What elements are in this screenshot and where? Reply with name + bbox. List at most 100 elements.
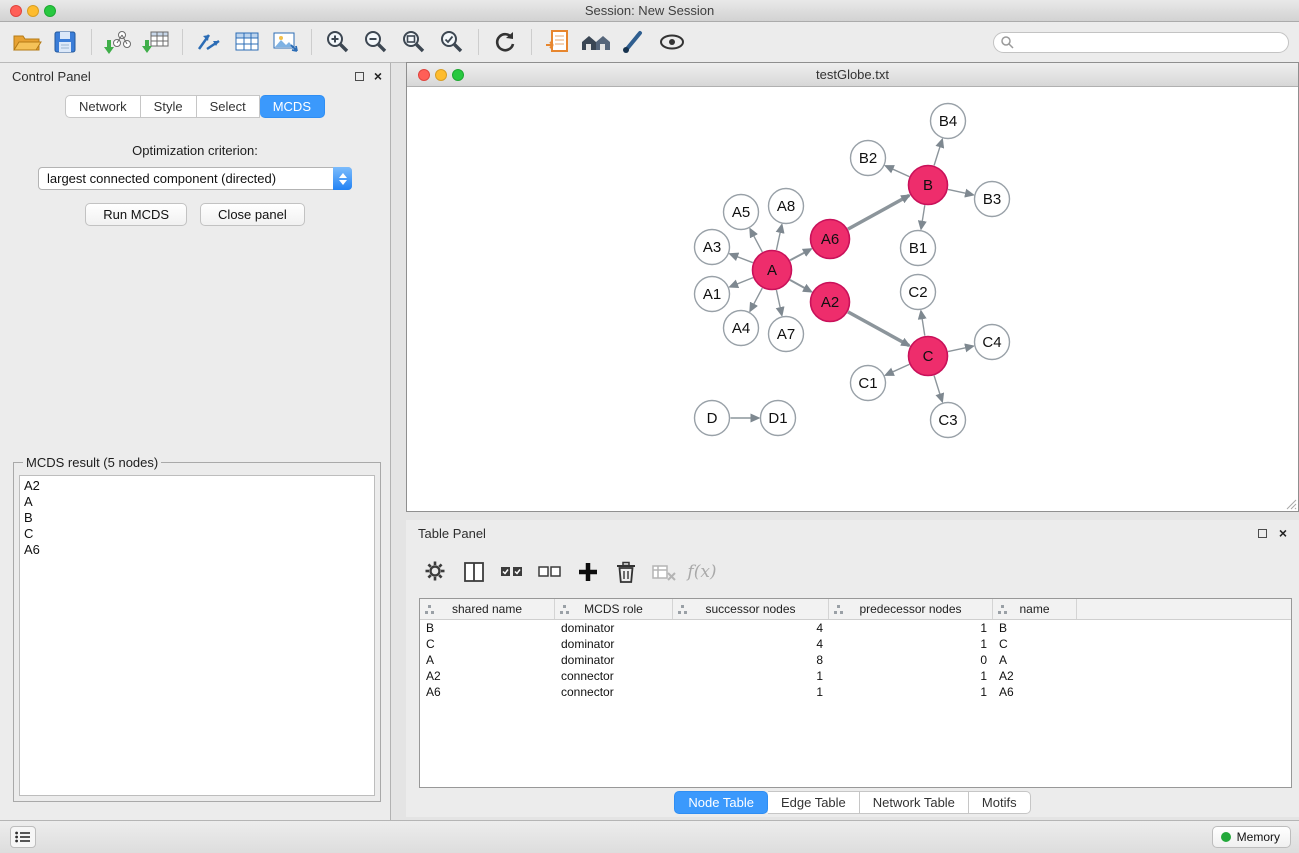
edge-C-C3[interactable] [934, 376, 942, 402]
minimize-view-icon[interactable] [435, 69, 447, 81]
node-A7[interactable]: A7 [769, 317, 804, 352]
float-panel-icon[interactable] [355, 72, 364, 81]
import-network-from-file-button[interactable] [99, 26, 137, 58]
edge-A-A7[interactable] [776, 290, 781, 315]
node-C4[interactable]: C4 [975, 325, 1010, 360]
style-brush-button[interactable] [615, 26, 653, 58]
table-row[interactable]: A6connector11A6 [420, 684, 1291, 700]
tab-edge-table[interactable]: Edge Table [768, 791, 860, 814]
column-header-MCDS-role[interactable]: MCDS role [555, 599, 673, 619]
result-item[interactable]: A [24, 494, 370, 510]
delete-table-button[interactable] [647, 555, 681, 589]
zoom-out-button[interactable] [357, 26, 395, 58]
tab-select[interactable]: Select [197, 95, 260, 118]
run-mcds-button[interactable]: Run MCDS [85, 203, 187, 226]
edge-C-C4[interactable] [948, 346, 973, 351]
node-A[interactable]: A [753, 251, 792, 290]
edge-A-A3[interactable] [730, 254, 753, 263]
column-header-shared-name[interactable]: shared name [420, 599, 555, 619]
zoom-selected-button[interactable] [433, 26, 471, 58]
table-settings-button[interactable] [419, 555, 453, 589]
close-panel-icon[interactable]: × [374, 67, 382, 85]
node-C2[interactable]: C2 [901, 275, 936, 310]
result-item[interactable]: C [24, 526, 370, 542]
edge-A-A1[interactable] [730, 278, 753, 287]
result-item[interactable]: B [24, 510, 370, 526]
edge-A2-C[interactable] [848, 312, 909, 346]
select-all-rows-button[interactable] [495, 555, 529, 589]
close-table-panel-icon[interactable]: × [1279, 524, 1287, 542]
node-A3[interactable]: A3 [695, 230, 730, 265]
node-B[interactable]: B [909, 166, 948, 205]
network-canvas[interactable]: B4B2BB3A5A8A6A3B1AC2A1A2A4A7C4CC1DD1C3 [407, 88, 1298, 512]
node-D1[interactable]: D1 [761, 401, 796, 436]
close-window-icon[interactable] [10, 5, 22, 17]
open-document-button[interactable] [539, 26, 577, 58]
close-view-icon[interactable] [418, 69, 430, 81]
node-A5[interactable]: A5 [724, 195, 759, 230]
search-input[interactable] [993, 32, 1289, 53]
tab-network-table[interactable]: Network Table [860, 791, 969, 814]
zoom-in-button[interactable] [319, 26, 357, 58]
zoom-window-icon[interactable] [44, 5, 56, 17]
table-row[interactable]: Adominator80A [420, 652, 1291, 668]
edge-B-B1[interactable] [921, 205, 925, 229]
edge-A-A8[interactable] [776, 225, 781, 250]
tab-mcds[interactable]: MCDS [260, 95, 325, 118]
edge-B-B4[interactable] [934, 140, 942, 166]
minimize-window-icon[interactable] [27, 5, 39, 17]
show-columns-button[interactable] [457, 555, 491, 589]
deselect-all-rows-button[interactable] [533, 555, 567, 589]
delete-column-button[interactable] [609, 555, 643, 589]
column-header-name[interactable]: name [993, 599, 1077, 619]
node-C1[interactable]: C1 [851, 366, 886, 401]
tab-motifs[interactable]: Motifs [969, 791, 1031, 814]
tab-style[interactable]: Style [141, 95, 197, 118]
edge-A-A2[interactable] [790, 280, 811, 292]
show-hide-button[interactable] [653, 26, 691, 58]
table-row[interactable]: Cdominator41C [420, 636, 1291, 652]
memory-button[interactable]: Memory [1212, 826, 1291, 848]
result-item[interactable]: A6 [24, 542, 370, 558]
node-B1[interactable]: B1 [901, 231, 936, 266]
mcds-result-list[interactable]: A2ABCA6 [19, 475, 375, 796]
table-row[interactable]: Bdominator41B [420, 620, 1291, 636]
zoom-view-icon[interactable] [452, 69, 464, 81]
save-session-button[interactable] [46, 26, 84, 58]
import-table-from-file-button[interactable] [137, 26, 175, 58]
column-header-successor-nodes[interactable]: successor nodes [673, 599, 829, 619]
node-A1[interactable]: A1 [695, 277, 730, 312]
node-C[interactable]: C [909, 337, 948, 376]
resize-grip[interactable] [1285, 498, 1297, 510]
node-B4[interactable]: B4 [931, 104, 966, 139]
edge-B-B3[interactable] [948, 189, 973, 194]
tab-node-table[interactable]: Node Table [674, 791, 768, 814]
edge-C-C1[interactable] [886, 364, 910, 375]
tab-network[interactable]: Network [65, 95, 141, 118]
task-history-button[interactable] [10, 826, 36, 848]
criterion-dropdown[interactable]: largest connected component (directed) [38, 167, 352, 190]
new-network-button[interactable] [190, 26, 228, 58]
edge-A-A5[interactable] [750, 229, 762, 252]
open-session-button[interactable] [8, 26, 46, 58]
zoom-fit-button[interactable] [395, 26, 433, 58]
edge-C-C2[interactable] [921, 311, 925, 335]
node-A2[interactable]: A2 [811, 283, 850, 322]
float-table-panel-icon[interactable] [1258, 529, 1267, 538]
add-column-button[interactable] [571, 555, 605, 589]
node-A4[interactable]: A4 [724, 311, 759, 346]
home-button[interactable] [577, 26, 615, 58]
table-row[interactable]: A2connector11A2 [420, 668, 1291, 684]
new-table-button[interactable] [228, 26, 266, 58]
function-builder-button[interactable]: f(x) [685, 555, 719, 589]
edge-A-A6[interactable] [790, 249, 811, 260]
result-item[interactable]: A2 [24, 478, 370, 494]
edge-B-B2[interactable] [886, 166, 910, 177]
node-B2[interactable]: B2 [851, 141, 886, 176]
node-A8[interactable]: A8 [769, 189, 804, 224]
apply-layout-button[interactable] [486, 26, 524, 58]
edge-A6-B[interactable] [848, 195, 909, 229]
node-C3[interactable]: C3 [931, 403, 966, 438]
node-A6[interactable]: A6 [811, 220, 850, 259]
export-image-button[interactable] [266, 26, 304, 58]
